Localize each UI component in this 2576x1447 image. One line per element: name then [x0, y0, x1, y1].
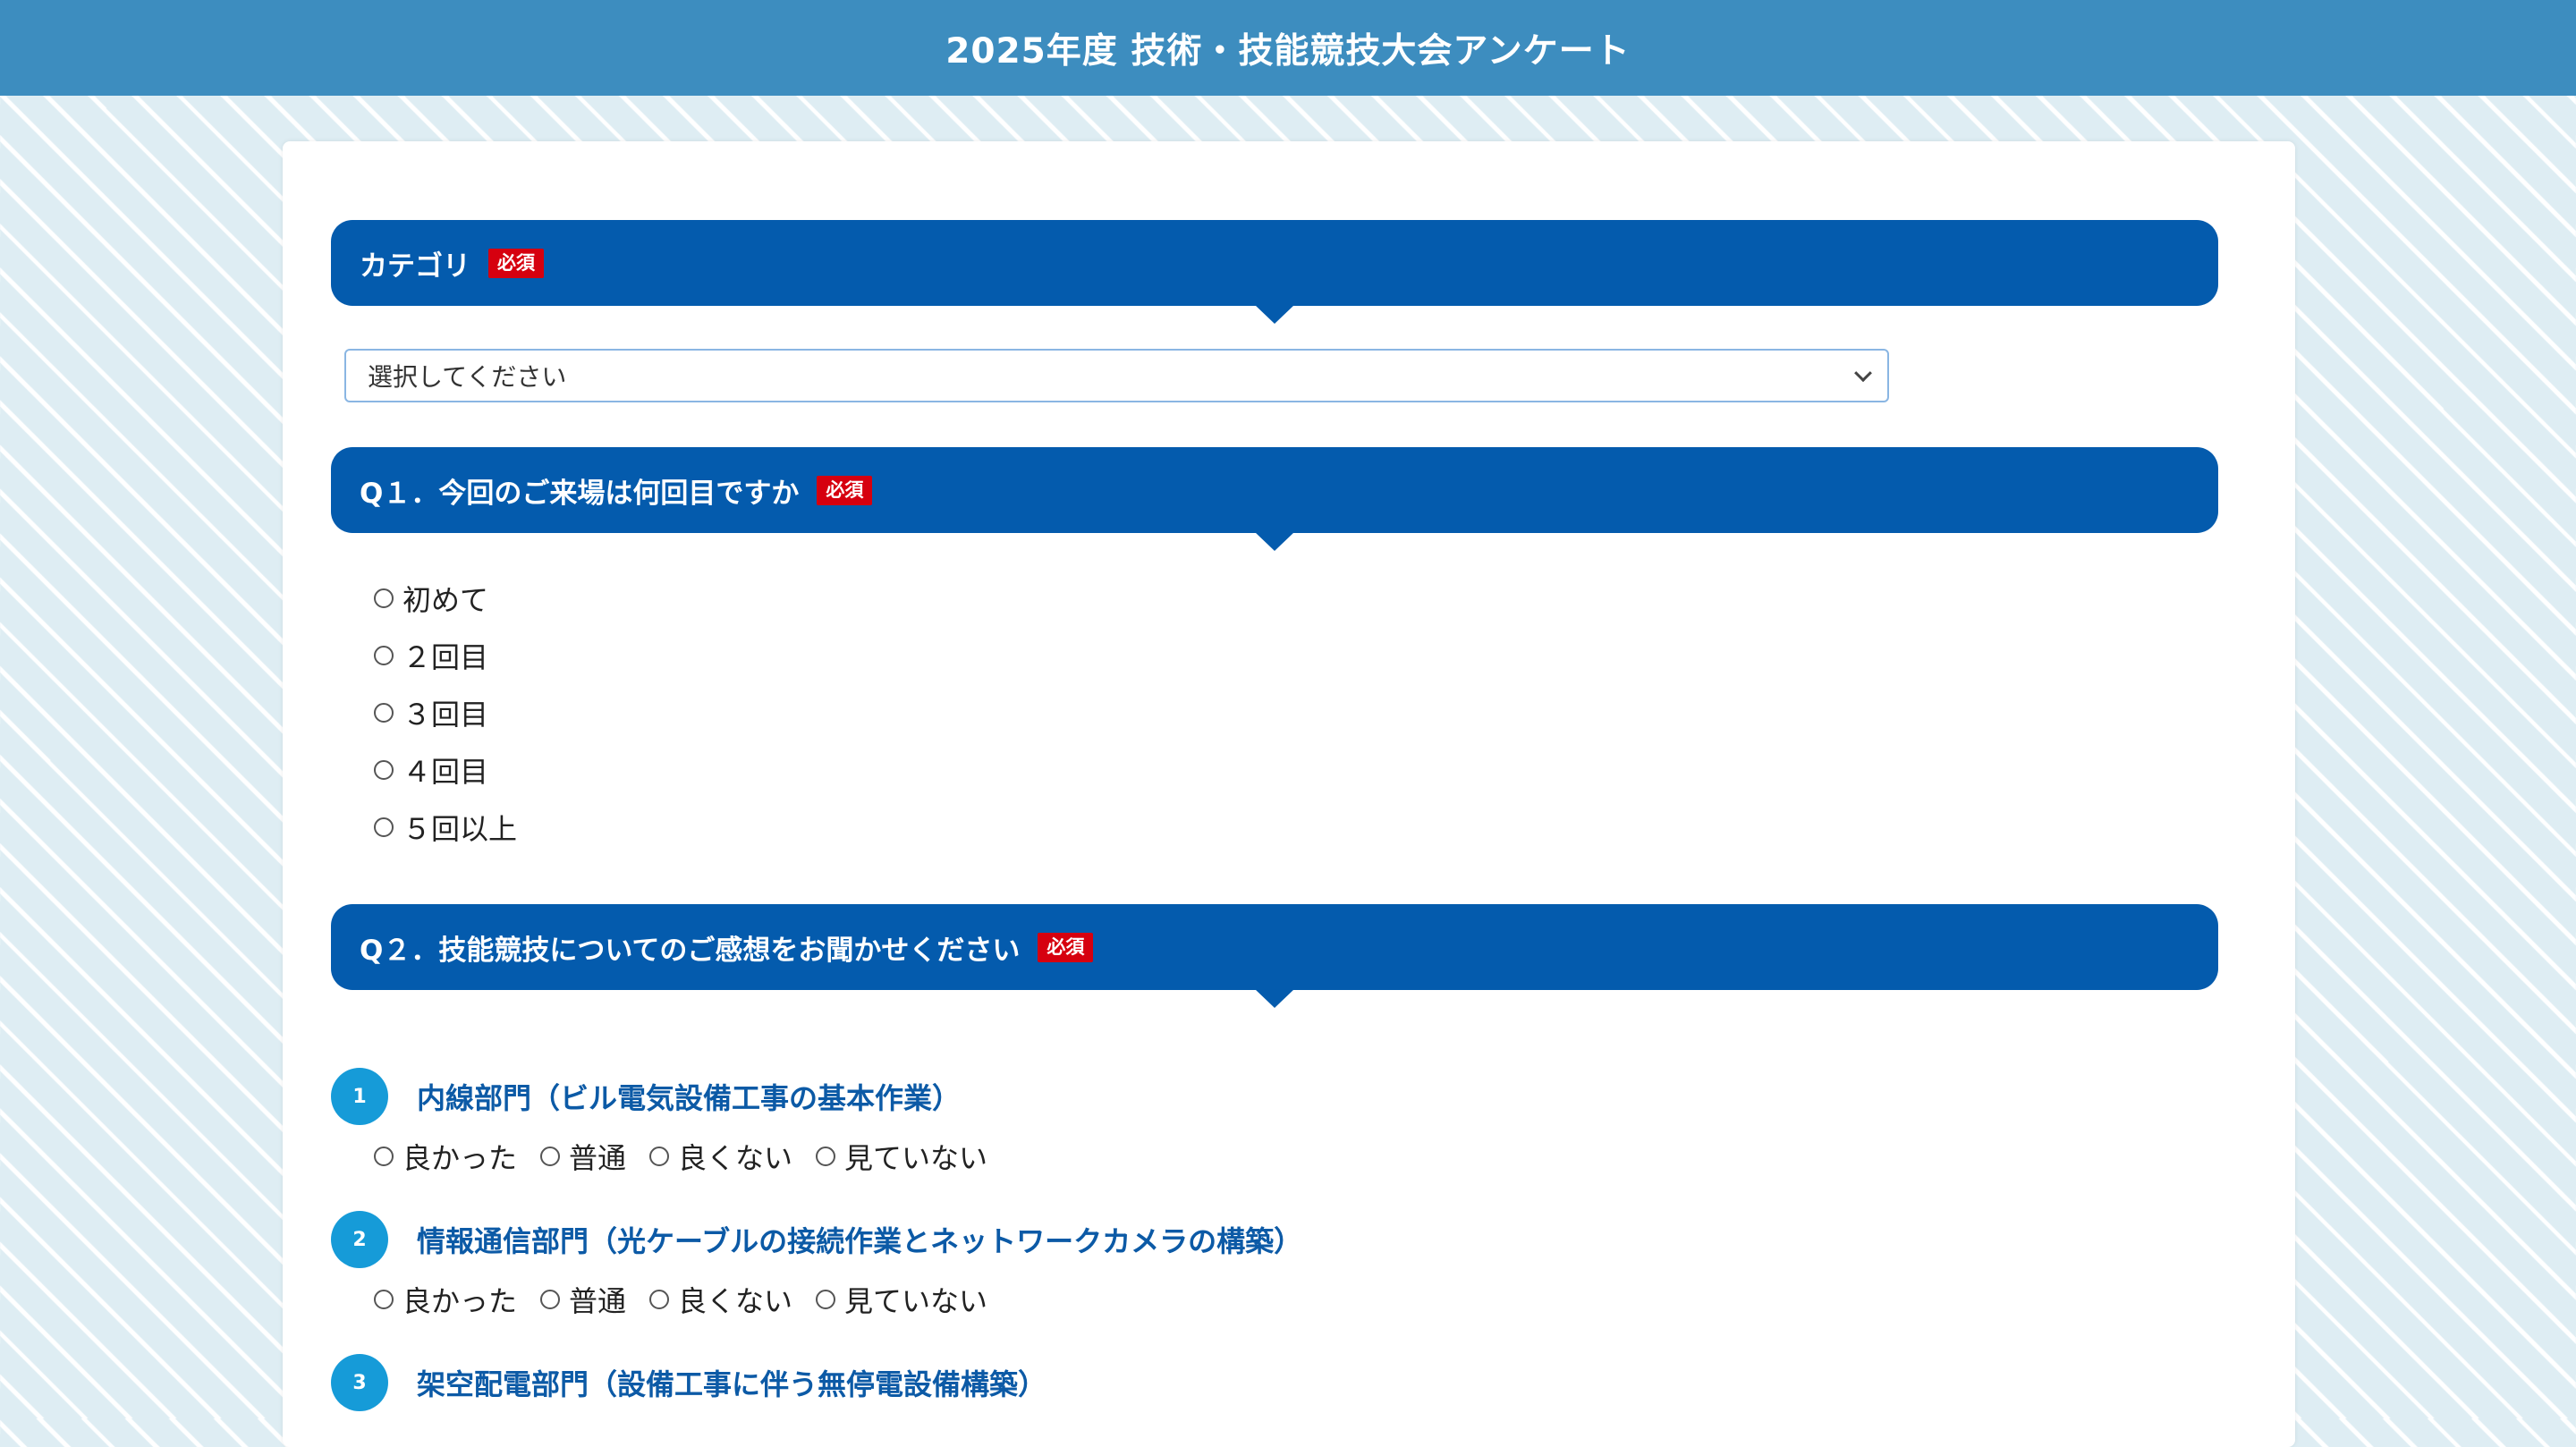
rating-option-label: 良くない — [678, 1284, 793, 1318]
q1-option-fifth-plus[interactable]: ５回以上 — [374, 807, 517, 848]
radio-button[interactable] — [374, 1147, 394, 1166]
radio-button[interactable] — [374, 760, 394, 780]
rating-option-label: 良かった — [402, 1141, 518, 1175]
q2-header: Q２．技能競技についてのご感想をお聞かせください 必須 — [331, 904, 2218, 1008]
rating-option-label: 見ていない — [844, 1141, 988, 1175]
q2-item-2: 2 情報通信部門（光ケーブルの接続作業とネットワークカメラの構築） — [331, 1211, 1302, 1268]
q2-item-3: 3 架空配電部門（設備工事に伴う無停電設備構築） — [331, 1354, 1046, 1411]
rating-option-label: 普通 — [569, 1284, 627, 1318]
q1-option-fourth[interactable]: ４回目 — [374, 749, 488, 791]
q1-header: Q１．今回のご来場は何回目ですか 必須 — [331, 447, 2218, 551]
rating-option-good[interactable]: 良かった — [374, 1279, 517, 1320]
rating-option-good[interactable]: 良かった — [374, 1136, 517, 1177]
rating-option-label: 普通 — [569, 1141, 627, 1175]
q1-label: Q１．今回のご来場は何回目ですか — [360, 477, 800, 510]
item-title: 情報通信部門（光ケーブルの接続作業とネットワークカメラの構築） — [417, 1224, 1303, 1258]
required-badge: 必須 — [1038, 932, 1094, 962]
q1-option-label: 初めて — [402, 583, 489, 617]
required-badge: 必須 — [488, 248, 544, 278]
category-select[interactable]: 選択してください — [344, 349, 1889, 402]
radio-button[interactable] — [649, 1290, 670, 1309]
q2-item-2-options: 良かった 普通 良くない 見ていない — [374, 1279, 1011, 1320]
radio-button[interactable] — [374, 1290, 394, 1309]
category-select-value: 選択してください — [368, 362, 567, 392]
page-title: 2025年度 技術・技能競技大会アンケート — [945, 30, 1631, 72]
q2-label: Q２．技能競技についてのご感想をお聞かせください — [360, 934, 1021, 967]
radio-button[interactable] — [649, 1147, 670, 1166]
radio-button[interactable] — [374, 646, 394, 665]
q1-option-label: ５回以上 — [402, 812, 518, 846]
q1-option-second[interactable]: ２回目 — [374, 635, 488, 676]
item-title: 内線部門（ビル電気設備工事の基本作業） — [417, 1081, 962, 1115]
item-number-badge: 1 — [331, 1068, 388, 1125]
item-number-badge: 2 — [331, 1211, 388, 1268]
rating-option-not-seen[interactable]: 見ていない — [816, 1279, 987, 1320]
rating-option-label: 良かった — [402, 1284, 518, 1318]
q2-item-1-options: 良かった 普通 良くない 見ていない — [374, 1136, 1011, 1177]
rating-option-average[interactable]: 普通 — [540, 1279, 626, 1320]
q1-option-first[interactable]: 初めて — [374, 578, 488, 619]
q1-option-label: ２回目 — [402, 640, 489, 674]
item-title: 架空配電部門（設備工事に伴う無停電設備構築） — [417, 1367, 1047, 1401]
rating-option-label: 良くない — [678, 1141, 793, 1175]
required-badge: 必須 — [817, 475, 873, 505]
rating-option-label: 見ていない — [844, 1284, 988, 1318]
page-header: 2025年度 技術・技能競技大会アンケート — [0, 0, 2576, 96]
radio-button[interactable] — [374, 817, 394, 837]
radio-button[interactable] — [540, 1290, 561, 1309]
chevron-down-icon — [1854, 364, 1872, 383]
radio-button[interactable] — [816, 1290, 836, 1309]
rating-option-not-seen[interactable]: 見ていない — [816, 1136, 987, 1177]
rating-option-bad[interactable]: 良くない — [649, 1136, 792, 1177]
radio-button[interactable] — [374, 703, 394, 723]
radio-button[interactable] — [540, 1147, 561, 1166]
q1-option-label: ３回目 — [402, 698, 489, 732]
q1-option-third[interactable]: ３回目 — [374, 692, 488, 733]
radio-button[interactable] — [374, 588, 394, 608]
q2-item-1: 1 内線部門（ビル電気設備工事の基本作業） — [331, 1068, 961, 1125]
rating-option-average[interactable]: 普通 — [540, 1136, 626, 1177]
radio-button[interactable] — [816, 1147, 836, 1166]
category-label: カテゴリ — [360, 250, 470, 283]
item-number-badge: 3 — [331, 1354, 388, 1411]
rating-option-bad[interactable]: 良くない — [649, 1279, 792, 1320]
q1-option-label: ４回目 — [402, 755, 489, 789]
category-header: カテゴリ 必須 — [331, 220, 2218, 324]
